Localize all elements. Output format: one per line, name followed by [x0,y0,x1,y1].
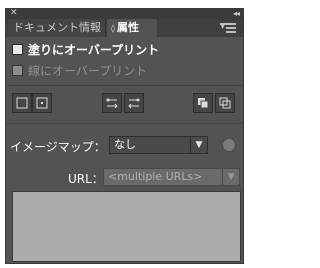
url-value: <multiple URLs> [108,170,203,183]
overprint-stroke-checkbox[interactable]: 線にオーバープリント [12,63,147,79]
url-select: <multiple URLs> ▼ [103,168,240,186]
overprint-stroke-label: 線にオーバープリント [28,64,148,78]
image-map-value: なし [114,138,136,151]
nonzero-fill-rule-button[interactable] [193,93,213,113]
hide-center-icon [36,97,48,109]
attributes-panel: ✕ ◂◂ ドキュメント情報 ◊ 属性 ▼ 塗りにオーバープリント 線にオーバープリ… [5,8,244,264]
image-map-label: イメージマップ： [10,140,106,154]
overprint-fill-box[interactable] [12,44,23,55]
browser-test-icon[interactable] [222,138,236,152]
divider [6,85,243,86]
chevron-down-icon: ▼ [222,169,239,185]
url-text-area[interactable] [12,191,241,262]
reverse-path-direction-on-icon [128,98,140,109]
show-center-icon [16,97,28,109]
panel-tabs: ドキュメント情報 ◊ 属性 ▼ [6,19,243,37]
reverse-path-off-button[interactable] [102,93,122,113]
tab-expand-icon: ◊ [111,24,115,33]
panel-titlebar: ✕ ◂◂ [6,8,243,19]
image-map-select[interactable]: なし ▼ [109,136,208,154]
url-label: URL： [68,172,104,186]
overprint-fill-label: 塗りにオーバープリント [28,43,160,57]
even-odd-fill-rule-icon [219,97,231,109]
nonzero-winding-fill-rule-icon [198,98,209,109]
show-center-button[interactable] [12,93,32,113]
overprint-stroke-box[interactable] [12,65,23,76]
chevron-down-icon: ▼ [190,137,207,153]
tab-document-info[interactable]: ドキュメント情報 [8,19,106,37]
tab-attributes[interactable]: ◊ 属性 [107,19,157,37]
hide-center-button[interactable] [32,93,52,113]
close-icon[interactable]: ✕ [10,8,18,19]
collapse-icon[interactable]: ◂◂ [233,8,240,19]
reverse-path-on-button[interactable] [124,93,144,113]
panel-menu-icon[interactable]: ▼ [220,23,238,33]
even-odd-fill-rule-button[interactable] [215,93,235,113]
reverse-path-direction-off-icon [106,98,118,109]
divider [6,123,243,124]
tab-document-info-label: ドキュメント情報 [13,21,101,34]
tab-attributes-label: 属性 [116,21,139,34]
overprint-fill-checkbox[interactable]: 塗りにオーバープリント [12,42,159,58]
